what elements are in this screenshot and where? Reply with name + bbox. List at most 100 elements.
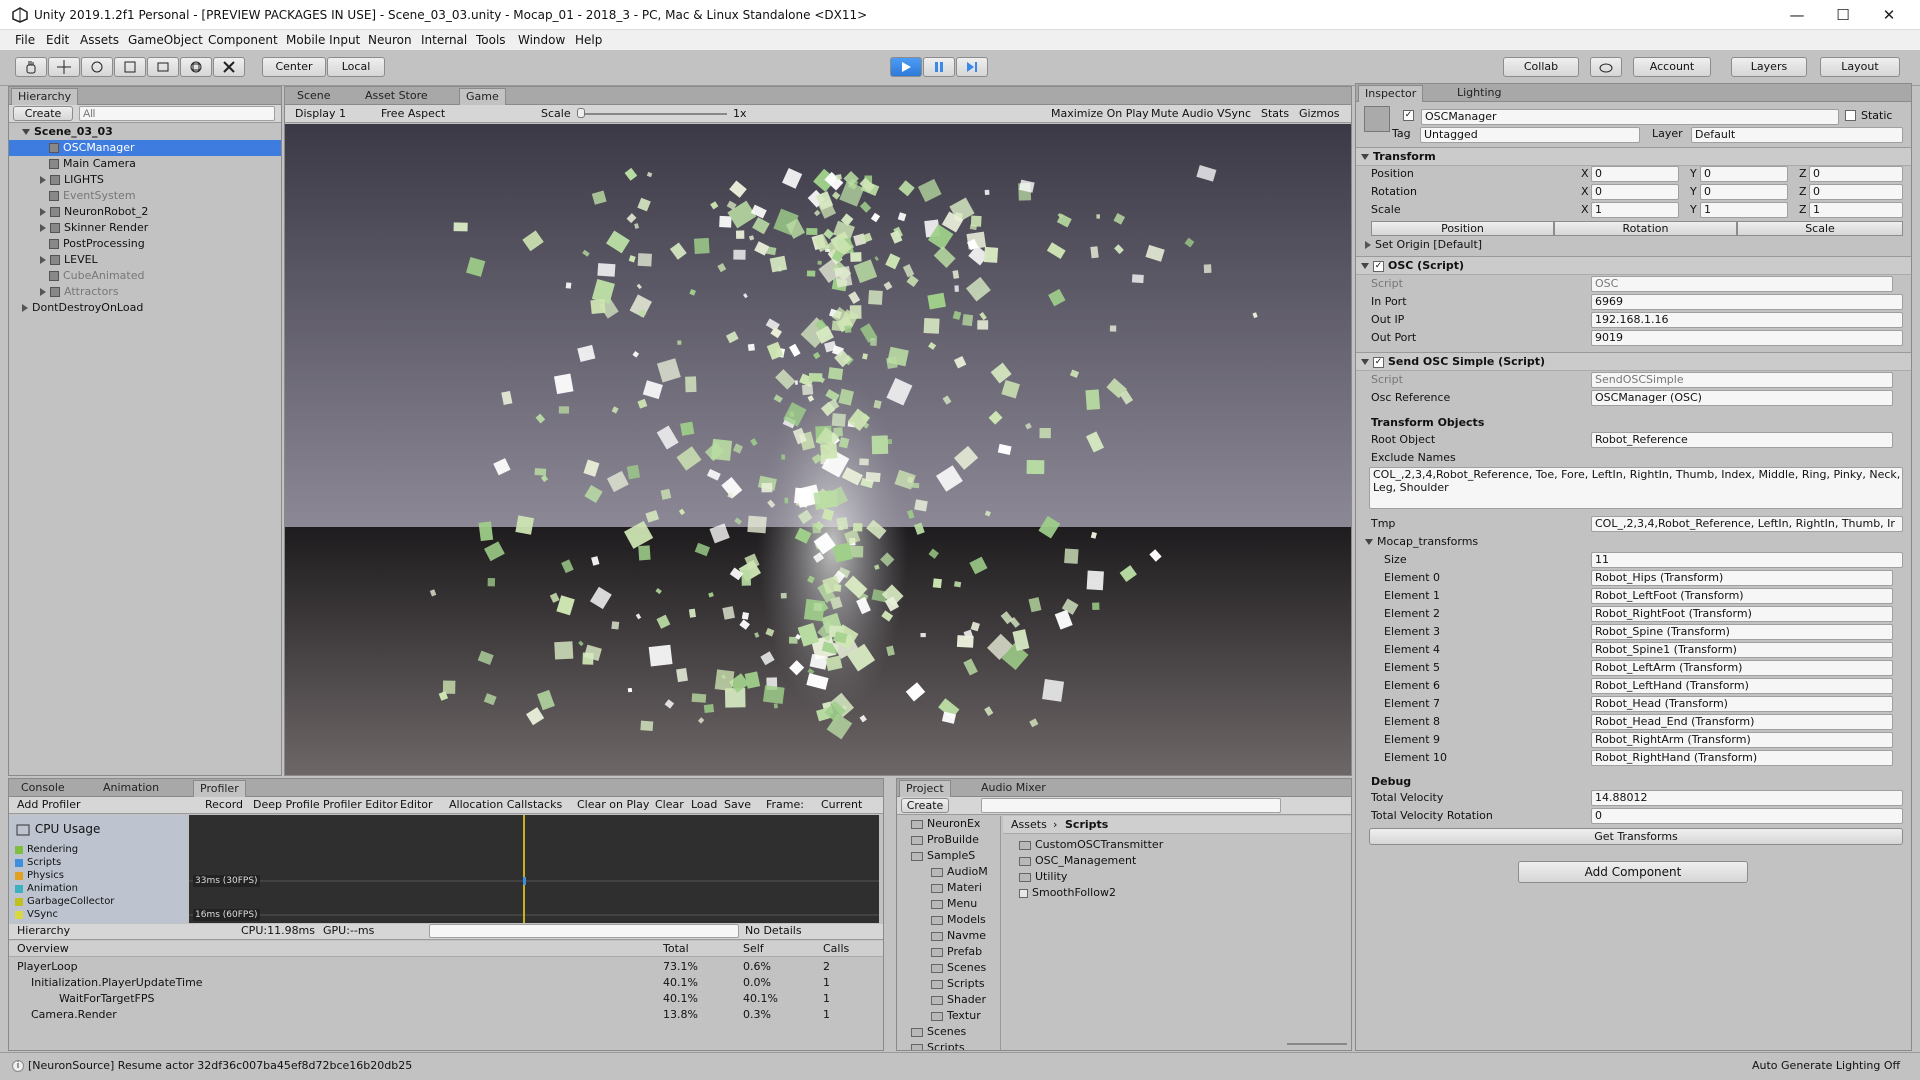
send-osc-enabled-checkbox[interactable]: ✓ (1373, 356, 1384, 368)
tab-animation[interactable]: Animation (97, 780, 165, 797)
ddol-row[interactable]: DontDestroyOnLoad (9, 300, 281, 316)
osc-script-field[interactable]: OSC (1591, 276, 1893, 292)
cloud-button[interactable] (1590, 57, 1622, 77)
icon-size-slider[interactable] (1287, 1043, 1347, 1045)
hierarchy-search-input[interactable] (79, 106, 275, 121)
hierarchy-create-button[interactable]: Create (13, 106, 73, 121)
close-button[interactable]: ✕ (1866, 0, 1912, 30)
element-transform-field[interactable]: Robot_LeftHand (Transform) (1591, 678, 1893, 694)
game-viewport[interactable] (285, 124, 1351, 776)
project-folder-item[interactable]: Navme (897, 928, 1000, 944)
mute-audio-toggle[interactable]: Mute Audio (1151, 106, 1213, 122)
deep-profile-button[interactable]: Deep Profile (253, 797, 320, 813)
element-transform-field[interactable]: Robot_Spine (Transform) (1591, 624, 1893, 640)
tab-game[interactable]: Game (459, 88, 506, 105)
rotation-z-field[interactable]: 0 (1809, 184, 1903, 200)
play-button[interactable] (890, 57, 922, 77)
rotation-y-field[interactable]: 0 (1700, 184, 1788, 200)
position-z-field[interactable]: 0 (1809, 166, 1903, 182)
status-message[interactable]: [NeuronSource] Resume actor 32df36c007ba… (28, 1058, 412, 1074)
tab-scene[interactable]: Scene (291, 88, 337, 105)
scene-row[interactable]: Scene_03_03 (9, 124, 281, 140)
tab-asset-store[interactable]: Asset Store (359, 88, 434, 105)
menu-component[interactable]: Component (208, 33, 278, 47)
editor-target-dropdown[interactable]: Editor (400, 797, 433, 813)
clear-button[interactable]: Clear (655, 797, 684, 813)
project-folder-item[interactable]: Materi (897, 880, 1000, 896)
legend-swatch[interactable] (15, 859, 23, 867)
view-mode-dropdown[interactable]: Hierarchy (17, 923, 70, 939)
maximize-button[interactable]: ☐ (1820, 0, 1866, 30)
gizmos-dropdown[interactable]: Gizmos (1299, 106, 1340, 122)
project-folder-item[interactable]: Shader (897, 992, 1000, 1008)
element-transform-field[interactable]: Robot_Head_End (Transform) (1591, 714, 1893, 730)
add-profiler-dropdown[interactable]: Add Profiler (17, 797, 81, 813)
project-folder-item[interactable]: Textur (897, 1008, 1000, 1024)
send-script-field[interactable]: SendOSCSimple (1591, 372, 1893, 388)
reset-position-button[interactable]: Position (1371, 221, 1554, 236)
layer-dropdown[interactable]: Default (1691, 127, 1903, 143)
project-folder-item[interactable]: Scripts (897, 1040, 1000, 1050)
project-folder-item[interactable]: Scenes (897, 1024, 1000, 1040)
tab-project[interactable]: Project (899, 780, 951, 797)
rotate-tool-button[interactable] (81, 57, 113, 77)
project-search-input[interactable] (981, 798, 1281, 813)
project-file-item[interactable]: CustomOSCTransmitter (1019, 837, 1163, 853)
menu-neuron[interactable]: Neuron (368, 33, 412, 47)
maximize-on-play-toggle[interactable]: Maximize On Play (1051, 106, 1149, 122)
cpu-usage-module[interactable]: CPU Usage Rendering Scripts Physics Animati… (9, 815, 187, 923)
menu-window[interactable]: Window (518, 33, 565, 47)
osc-script-header[interactable]: ✓ OSC (Script) (1356, 256, 1911, 275)
send-osc-header[interactable]: ✓ Send OSC Simple (Script) (1356, 352, 1911, 371)
menu-mobile-input[interactable]: Mobile Input (286, 33, 360, 47)
collab-dropdown[interactable]: Collab (1503, 57, 1579, 77)
active-checkbox[interactable]: ✓ (1403, 110, 1414, 121)
scale-z-field[interactable]: 1 (1809, 202, 1903, 218)
hierarchy-item-skinner-render[interactable]: Skinner Render (9, 220, 281, 236)
account-dropdown[interactable]: Account (1633, 57, 1711, 77)
minimize-button[interactable]: — (1774, 0, 1820, 30)
clear-on-play-button[interactable]: Clear on Play (577, 797, 649, 813)
layers-dropdown[interactable]: Layers (1731, 57, 1807, 77)
menu-assets[interactable]: Assets (80, 33, 119, 47)
tag-dropdown[interactable]: Untagged (1420, 127, 1640, 143)
menu-internal[interactable]: Internal (421, 33, 467, 47)
element-transform-field[interactable]: Robot_RightArm (Transform) (1591, 732, 1893, 748)
element-transform-field[interactable]: Robot_LeftFoot (Transform) (1591, 588, 1893, 604)
reset-scale-button[interactable]: Scale (1737, 221, 1903, 236)
size-field[interactable]: 11 (1591, 552, 1903, 568)
profiler-row[interactable]: Camera.Render 13.8% 0.3% 1 (9, 1007, 883, 1023)
mocap-transforms-foldout[interactable]: Mocap_transforms (1360, 534, 1478, 550)
project-folder-item[interactable]: Scripts (897, 976, 1000, 992)
rect-tool-button[interactable] (147, 57, 179, 77)
hierarchy-item-postprocessing[interactable]: PostProcessing (9, 236, 281, 252)
pivot-center-button[interactable]: Center (262, 57, 326, 77)
col-total[interactable]: Total (663, 941, 689, 957)
legend-swatch[interactable] (15, 872, 23, 880)
pivot-local-button[interactable]: Local (327, 57, 385, 77)
project-folder-item[interactable]: Menu (897, 896, 1000, 912)
get-transforms-button[interactable]: Get Transforms (1369, 828, 1903, 845)
total-velocity-field[interactable]: 14.88012 (1591, 790, 1903, 806)
breadcrumb-assets[interactable]: Assets (1011, 817, 1047, 833)
legend-swatch[interactable] (15, 911, 23, 919)
legend-swatch[interactable] (15, 898, 23, 906)
exclude-names-textarea[interactable]: COL_,2,3,4,Robot_Reference, Toe, Fore, L… (1369, 467, 1903, 509)
hierarchy-item-eventsystem[interactable]: EventSystem (9, 188, 281, 204)
vsync-toggle[interactable]: VSync (1217, 106, 1251, 122)
root-object-field[interactable]: Robot_Reference (1591, 432, 1893, 448)
add-component-button[interactable]: Add Component (1518, 861, 1748, 883)
layout-dropdown[interactable]: Layout (1820, 57, 1900, 77)
profiler-row[interactable]: WaitForTargetFPS 40.1% 40.1% 1 (9, 991, 883, 1007)
hierarchy-item-attractors[interactable]: Attractors (9, 284, 281, 300)
transform-header[interactable]: Transform (1356, 147, 1911, 166)
position-x-field[interactable]: 0 (1591, 166, 1679, 182)
display-dropdown[interactable]: Display 1 (295, 106, 346, 122)
tab-profiler[interactable]: Profiler (193, 780, 246, 797)
profiler-search-input[interactable] (429, 924, 739, 938)
element-transform-field[interactable]: Robot_Hips (Transform) (1591, 570, 1893, 586)
static-checkbox[interactable] (1845, 110, 1856, 121)
osc-reference-field[interactable]: OSCManager (OSC) (1591, 390, 1893, 406)
hierarchy-item-lights[interactable]: LIGHTS (9, 172, 281, 188)
move-tool-button[interactable] (48, 57, 80, 77)
